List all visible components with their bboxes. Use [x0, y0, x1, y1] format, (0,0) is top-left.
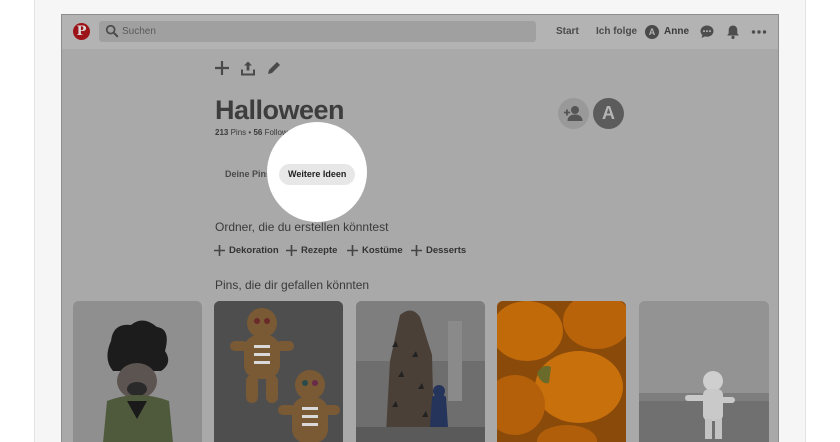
board-suggestion-label: Dekoration	[229, 244, 279, 256]
edit-pencil-icon[interactable]	[266, 60, 282, 76]
pin-count-label: Pins	[230, 128, 247, 137]
pin-card[interactable]	[214, 301, 343, 442]
tab-more-ideas[interactable]: Weitere Ideen	[279, 164, 356, 185]
add-person-icon	[564, 106, 583, 121]
board-suggestion-label: Desserts	[426, 244, 467, 256]
nav-start-link[interactable]: Start	[556, 15, 579, 49]
add-icon[interactable]	[214, 60, 230, 76]
plus-icon	[411, 244, 422, 256]
stats-separator: •	[248, 128, 252, 137]
pin-card[interactable]	[356, 301, 485, 442]
board-suggestion-desserts[interactable]: Desserts	[411, 243, 466, 257]
pin-card[interactable]	[73, 301, 202, 442]
search-icon	[105, 24, 119, 38]
messages-icon[interactable]	[699, 24, 715, 40]
follower-count[interactable]: 56	[253, 128, 262, 137]
pinterest-logo-icon[interactable]: P	[73, 23, 90, 40]
plus-icon	[214, 244, 225, 256]
tab-own-pins[interactable]: Deine Pins	[225, 164, 271, 185]
notifications-bell-icon[interactable]	[725, 24, 741, 40]
share-upload-icon[interactable]	[240, 60, 256, 76]
suggested-boards-title: Ordner, die du erstellen könntest	[215, 220, 389, 234]
kids-costume-image	[356, 301, 485, 442]
board-title: Halloween	[215, 95, 345, 125]
board-suggestion-recipes[interactable]: Rezepte	[286, 243, 337, 257]
search-bar[interactable]	[99, 21, 536, 42]
board-suggestion-label: Kostüme	[362, 244, 403, 256]
mummy-baby-image	[639, 301, 769, 442]
suggested-pins-title: Pins, die dir gefallen könnten	[215, 278, 370, 292]
pin-count: 213	[215, 128, 229, 137]
invite-collaborator-button[interactable]	[558, 98, 589, 129]
pumpkins-image	[497, 301, 626, 442]
user-avatar[interactable]: A	[645, 25, 659, 39]
pin-card[interactable]	[497, 301, 626, 442]
search-input[interactable]	[122, 21, 522, 42]
board-suggestion-label: Rezepte	[301, 244, 338, 256]
board-suggestion-costumes[interactable]: Kostüme	[347, 243, 403, 257]
more-options-icon[interactable]	[751, 24, 767, 40]
board-suggestion-decoration[interactable]: Dekoration	[214, 243, 279, 257]
top-bar: P Start Ich folge A Anne	[62, 15, 778, 49]
pin-card[interactable]	[639, 301, 769, 442]
user-name-link[interactable]: Anne	[664, 15, 689, 49]
board-owner-avatar[interactable]: A	[593, 98, 624, 129]
skeleton-cookies-image	[214, 301, 343, 442]
nav-following-link[interactable]: Ich folge	[596, 15, 637, 49]
plus-icon	[286, 244, 297, 256]
browser-screen: P Start Ich folge A Anne	[61, 14, 779, 442]
dog-costume-image	[73, 301, 202, 442]
plus-icon	[347, 244, 358, 256]
